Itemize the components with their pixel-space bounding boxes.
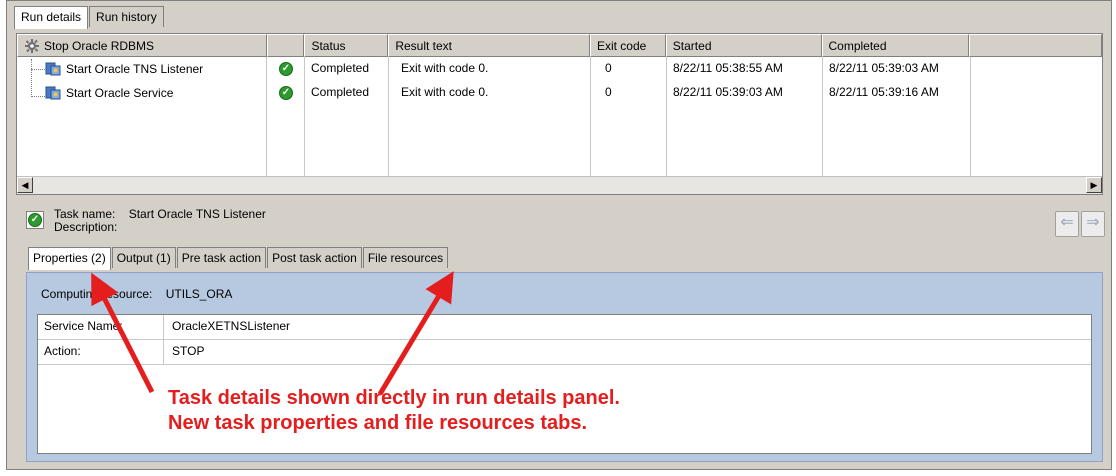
tab-properties[interactable]: Properties (2): [28, 247, 111, 270]
task-info: ✓ Task name: Start Oracle TNS Listener D…: [26, 206, 726, 236]
status-cell: Completed: [305, 57, 389, 81]
task-name-label: Task name:: [54, 207, 116, 221]
check-circle-icon: ✓: [279, 86, 293, 100]
status-icon-cell: ✓: [267, 57, 305, 81]
check-circle-icon: ✓: [279, 62, 293, 76]
annotation-line: New task properties and file resources t…: [168, 412, 588, 434]
annotation-text: Task details shown directly in run detai…: [168, 386, 620, 436]
status-icon-cell: ✓: [267, 81, 305, 105]
tab-post-task-action[interactable]: Post task action: [267, 247, 362, 268]
table-row[interactable]: Service Name: OracleXETNSListener: [38, 315, 1091, 340]
table-row[interactable]: Start Oracle TNS Listener ✓ Completed Ex…: [17, 57, 1102, 81]
tab-run-history[interactable]: Run history: [89, 6, 164, 27]
service-icon: [45, 85, 61, 101]
task-name-value: Start Oracle TNS Listener: [128, 207, 266, 221]
task-name-cell: Start Oracle TNS Listener: [17, 57, 267, 81]
task-description-label: Description:: [54, 220, 118, 234]
column-header-filler: [969, 34, 1102, 57]
result-cell: Exit with code 0.: [389, 57, 591, 81]
exit-code-cell: 0: [591, 57, 667, 81]
grid-rows: Start Oracle TNS Listener ✓ Completed Ex…: [17, 57, 1102, 177]
top-tab-strip: Run details Run history: [14, 6, 165, 29]
result-cell: Exit with code 0.: [389, 81, 591, 105]
column-header-label: Stop Oracle RDBMS: [44, 38, 155, 53]
check-circle-icon: ✓: [28, 213, 42, 227]
run-grid: Stop Oracle RDBMS Status Result text Exi…: [16, 33, 1103, 195]
task-name-cell: Start Oracle Service: [17, 81, 267, 105]
scroll-right-button[interactable]: ▶: [1086, 177, 1102, 193]
service-icon: [45, 61, 61, 77]
exit-code-cell: 0: [591, 81, 667, 105]
computing-resource-value: UTILS_ORA: [165, 287, 233, 301]
tab-pre-task-action[interactable]: Pre task action: [176, 247, 267, 268]
property-value: OracleXETNSListener: [172, 319, 291, 333]
completed-cell: 8/22/11 05:39:16 AM: [823, 81, 971, 105]
column-header-started[interactable]: Started: [665, 34, 822, 57]
arrow-left-icon[interactable]: ⇐: [1055, 211, 1079, 237]
column-header-name[interactable]: Stop Oracle RDBMS: [17, 34, 267, 57]
tab-file-resources[interactable]: File resources: [362, 247, 449, 268]
column-header-exit-code[interactable]: Exit code: [589, 34, 666, 57]
task-status-indicator: ✓: [26, 211, 44, 229]
task-name: Start Oracle TNS Listener: [66, 62, 204, 76]
property-value: STOP: [172, 344, 205, 358]
tab-run-details[interactable]: Run details: [14, 6, 89, 29]
table-row[interactable]: Start Oracle Service ✓ Completed Exit wi…: [17, 81, 1102, 105]
started-cell: 8/22/11 05:39:03 AM: [667, 81, 823, 105]
annotation-line: Task details shown directly in run detai…: [168, 387, 620, 409]
column-header-status[interactable]: Status: [304, 34, 389, 57]
arrow-right-icon[interactable]: ⇒: [1081, 211, 1105, 237]
table-row[interactable]: Action: STOP: [38, 340, 1091, 365]
column-header-result[interactable]: Result text: [388, 34, 590, 57]
task-name: Start Oracle Service: [66, 86, 174, 100]
horizontal-scrollbar[interactable]: ◀ ▶: [17, 176, 1102, 194]
status-cell: Completed: [305, 81, 389, 105]
started-cell: 8/22/11 05:38:55 AM: [667, 57, 823, 81]
computing-resource: Computing resource: UTILS_ORA: [41, 287, 232, 301]
property-key: Action:: [38, 340, 164, 364]
completed-cell: 8/22/11 05:39:03 AM: [823, 57, 971, 81]
scroll-left-button[interactable]: ◀: [17, 177, 33, 193]
column-header-completed[interactable]: Completed: [821, 34, 970, 57]
gear-icon: [24, 38, 40, 54]
column-header-icon[interactable]: [266, 34, 305, 57]
detail-tab-strip: Properties (2) Output (1) Pre task actio…: [28, 247, 449, 270]
tab-output[interactable]: Output (1): [111, 247, 176, 268]
property-key: Service Name:: [38, 315, 164, 339]
grid-header: Stop Oracle RDBMS Status Result text Exi…: [17, 34, 1102, 57]
computing-resource-label: Computing resource:: [41, 287, 153, 301]
